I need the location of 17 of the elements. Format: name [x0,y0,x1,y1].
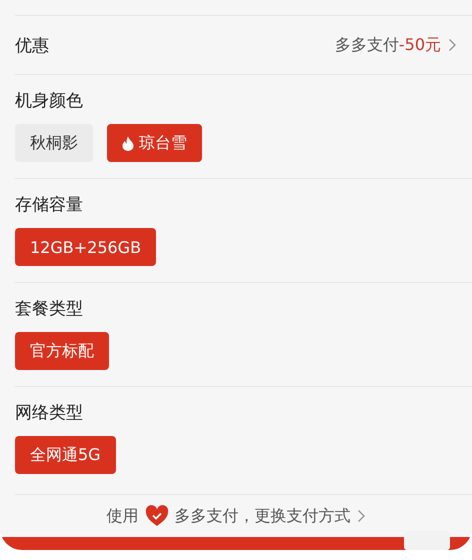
option-chip[interactable]: 12GB+256GB [15,228,156,266]
heart-check-icon [144,505,168,527]
section-title: 网络类型 [15,402,84,424]
flame-icon [122,136,134,150]
option-chip[interactable]: 全网通5G [15,436,116,474]
chevron-icon [356,509,366,523]
payment-prefix: 使用 [106,506,138,526]
chevron-icon [448,38,457,52]
option-chip[interactable]: 官方标配 [15,332,109,370]
section-title: 存储容量 [15,194,84,216]
row-label: 优惠 [15,34,49,56]
option-chip[interactable]: 秋桐影 [15,124,93,162]
discount-link[interactable]: 多多支付-50元 [334,34,457,56]
section-title: 套餐类型 [15,298,84,320]
option-chip[interactable]: 琼台雪 [107,124,202,162]
change-payment-link[interactable]: 多多支付，更换支付方式 [174,506,350,526]
section-title: 机身颜色 [15,90,84,112]
